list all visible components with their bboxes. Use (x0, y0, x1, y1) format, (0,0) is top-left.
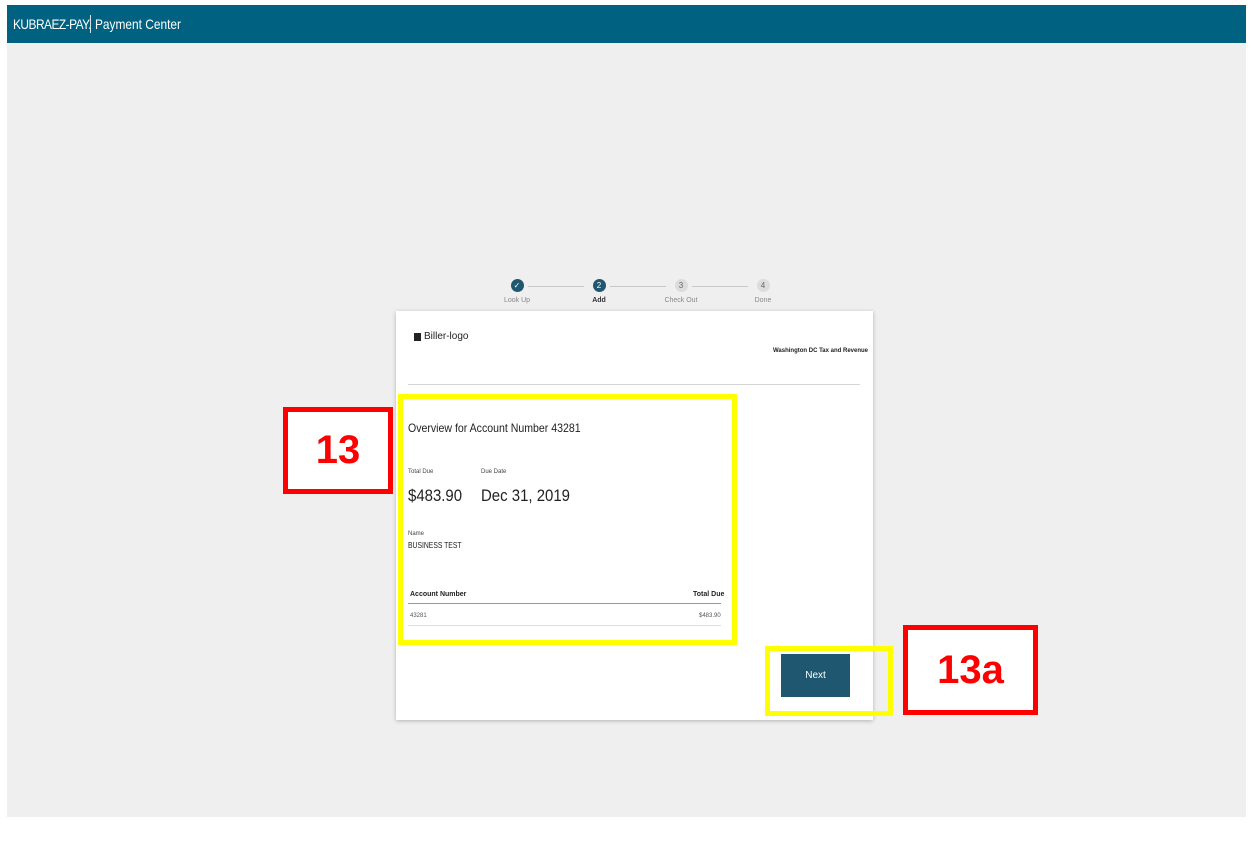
step-number: 4 (756, 279, 770, 292)
image-icon (414, 332, 421, 341)
next-button-highlight (765, 646, 893, 716)
step-label: Done (754, 297, 772, 304)
step-look-up[interactable]: ✓ Look Up (487, 279, 547, 304)
brand-logo[interactable]: KUBRAEZ-PAY. (13, 16, 91, 32)
step-done: 4 Done (733, 279, 793, 304)
step-add[interactable]: 2 Add (569, 279, 629, 304)
checkmark-icon: ✓ (510, 279, 524, 292)
step-number: 2 (592, 279, 606, 292)
step-label: Look Up (503, 297, 531, 304)
biller-logo-text: Biller-logo (424, 331, 469, 342)
annotation-label-13: 13 (283, 407, 393, 494)
biller-name: Washington DC Tax and Revenue (772, 348, 868, 354)
step-check-out: 3 Check Out (651, 279, 711, 304)
step-label: Check Out (664, 297, 698, 304)
biller-logo: Biller-logo (414, 331, 468, 342)
divider (408, 384, 860, 385)
top-bar: KUBRAEZ-PAY. Payment Center (7, 5, 1246, 43)
step-label: Add (592, 297, 606, 304)
header-separator (90, 15, 91, 33)
step-number: 3 (674, 279, 688, 292)
app-title: Payment Center (95, 16, 181, 32)
annotation-label-13a: 13a (903, 625, 1038, 715)
overview-highlight (398, 394, 737, 645)
